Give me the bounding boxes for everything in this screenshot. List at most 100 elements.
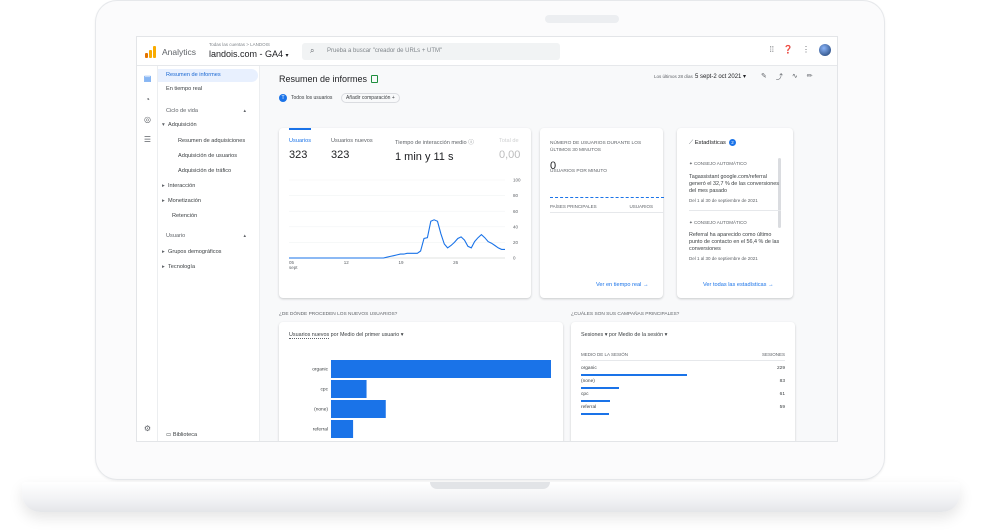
- search-input[interactable]: ⌕ Prueba a buscar "creador de URLs + UTM…: [302, 43, 560, 60]
- metric-label: Sesiones: [581, 332, 604, 338]
- realtime-title: Número de usuarios durante los últimos 3…: [550, 141, 642, 153]
- chevron-down-icon: ▾: [285, 53, 289, 59]
- insight-kicker-text: Consejo automático: [694, 161, 747, 166]
- bar-label: cpc: [321, 388, 329, 393]
- divider: [581, 360, 785, 361]
- sidebar-item-label: Grupos demográficos: [168, 249, 222, 255]
- top-bar-actions: ⁞⁞ ❓ ⋮: [770, 44, 831, 56]
- help-icon[interactable]: ❓: [783, 45, 793, 55]
- realtime-card: Número de usuarios durante los últimos 3…: [540, 128, 664, 298]
- share-bar: [581, 374, 687, 376]
- advertising-icon[interactable]: ◎: [143, 115, 152, 124]
- laptop-notch: [430, 482, 550, 489]
- col-session-medium: Medio de la sesión: [581, 352, 629, 357]
- bar: [331, 380, 367, 398]
- sidebar-section-lifecycle[interactable]: Ciclo de vida ▴: [166, 108, 252, 114]
- section-label: Usuario: [166, 233, 186, 239]
- bar: [331, 420, 354, 438]
- more-vert-icon[interactable]: ⋮: [802, 45, 810, 55]
- sidebar-item-demographics[interactable]: ▸ Grupos demográficos: [162, 249, 221, 255]
- avatar[interactable]: [819, 44, 831, 56]
- y-tick-label: 60: [513, 209, 519, 214]
- sparkle-icon: ✦: [689, 220, 693, 225]
- account-breadcrumb[interactable]: Todas las cuentas > LANDOIS: [209, 42, 270, 47]
- chevron-down-icon: ▾: [664, 332, 668, 338]
- customize-report-icon[interactable]: ✎: [761, 72, 767, 82]
- divider: [550, 212, 664, 213]
- x-tick-label: 12: [344, 260, 350, 265]
- y-tick-label: 0: [513, 256, 516, 261]
- sidebar-item-acquisition[interactable]: ▾ Adquisición: [162, 122, 197, 128]
- sidebar-item-realtime[interactable]: En tiempo real: [166, 86, 202, 92]
- configure-icon[interactable]: ☰: [143, 135, 152, 144]
- sidebar-item-retention[interactable]: Retención: [172, 213, 197, 219]
- gear-icon[interactable]: ⚙: [143, 424, 152, 433]
- date-range-prefix: Los últimos 28 días: [654, 74, 693, 79]
- insights-icon[interactable]: ∿: [792, 72, 798, 82]
- explore-icon[interactable]: ◔: [143, 95, 152, 104]
- date-range-picker[interactable]: 5 sept-2 oct 2021 ▾: [695, 73, 746, 80]
- sidebar: Resumen de informes En tiempo real Ciclo…: [158, 66, 260, 441]
- insight-text[interactable]: Referral ha aparecido como último punto …: [689, 232, 781, 254]
- table-row[interactable]: referral 59: [571, 405, 795, 417]
- sidebar-item-traffic-acquisition[interactable]: Adquisición de tráfico: [178, 168, 231, 174]
- link-label: Ver en tiempo real: [596, 282, 642, 288]
- chevron-down-icon: ▾: [743, 74, 747, 80]
- bar: [331, 400, 386, 418]
- y-tick-label: 20: [513, 240, 519, 245]
- segment-chip[interactable]: T Todos los usuarios: [279, 93, 332, 103]
- segment-label: Todos los usuarios: [291, 95, 333, 101]
- dimension-label: por Medio de la sesión: [608, 332, 664, 338]
- sidebar-item-library[interactable]: ▭ Biblioteca: [166, 432, 197, 438]
- cell-medium: referral: [581, 405, 597, 410]
- insight-kicker: ✦ Consejo automático: [689, 161, 747, 167]
- view-realtime-link[interactable]: Ver en tiempo real →: [596, 282, 649, 288]
- insight-date: Del 1 al 30 de septiembre de 2021: [689, 198, 758, 203]
- cell-medium: cpc: [581, 392, 589, 397]
- sidebar-item-reports-snapshot[interactable]: Resumen de informes: [158, 69, 258, 82]
- property-selector[interactable]: landois.com - GA4 ▾: [209, 49, 289, 59]
- sidebar-section-user[interactable]: Usuario ▴: [166, 233, 252, 239]
- table-row[interactable]: (none) 83: [571, 379, 795, 391]
- sparkle-icon: ✦: [689, 161, 693, 166]
- campaigns-card: Sesiones ▾ por Medio de la sesión ▾ Medi…: [571, 322, 795, 441]
- property-name: landois.com - GA4: [209, 49, 284, 59]
- insights-title-text: Estadísticas: [694, 140, 726, 146]
- segment-letter-icon: T: [279, 94, 287, 102]
- library-label: Biblioteca: [172, 432, 198, 438]
- insights-card: ⟋ Estadísticas 2 ✦ Consejo automático Tag…: [677, 128, 793, 298]
- sidebar-item-label: Monetización: [168, 198, 201, 204]
- sidebar-item-label: Tecnología: [168, 264, 196, 270]
- screen: Analytics Todas las cuentas > LANDOIS la…: [136, 36, 838, 442]
- reports-icon[interactable]: ▤: [143, 74, 152, 83]
- table-row[interactable]: cpc 61: [571, 392, 795, 404]
- insight-text[interactable]: Tagassistant google.com/referral generó …: [689, 174, 781, 196]
- apps-grid-icon[interactable]: ⁞⁞: [770, 45, 774, 55]
- view-all-insights-link[interactable]: Ver todas las estadísticas →: [703, 282, 774, 288]
- sidebar-item-tech[interactable]: ▸ Tecnología: [162, 264, 195, 270]
- add-comparison-button[interactable]: Añadir comparación +: [341, 93, 400, 103]
- sidebar-item-engagement[interactable]: ▸ Interacción: [162, 183, 195, 189]
- insight-date: Del 1 al 30 de septiembre de 2021: [689, 256, 758, 261]
- overview-card: Usuarios 323 Usuarios nuevos 323 Tiempo …: [279, 128, 531, 298]
- col-country: Países principales: [550, 204, 597, 209]
- search-icon: ⌕: [310, 46, 315, 55]
- bar-label: (none): [314, 407, 328, 413]
- folder-icon: ▭: [166, 432, 172, 438]
- insights-trend-icon: ⟋: [689, 140, 694, 146]
- y-tick-label: 100: [513, 178, 521, 183]
- icon-rail: ▤ ◔ ◎ ☰ ⚙: [137, 66, 158, 441]
- table-row[interactable]: organic 229: [571, 366, 795, 378]
- sidebar-item-user-acquisition[interactable]: Adquisición de usuarios: [178, 153, 237, 159]
- section-label: Ciclo de vida: [166, 108, 199, 114]
- campaigns-dimension-picker[interactable]: Sesiones ▾ por Medio de la sesión ▾: [581, 332, 667, 338]
- link-label: Ver todas las estadísticas: [703, 282, 767, 288]
- cell-sessions: 83: [779, 379, 785, 384]
- sidebar-item-monetization[interactable]: ▸ Monetización: [162, 198, 201, 204]
- share-bar: [581, 387, 620, 389]
- edit-icon[interactable]: ✏: [807, 72, 813, 82]
- analytics-logo-icon: [145, 46, 157, 58]
- sidebar-item-acquisition-overview[interactable]: Resumen de adquisiciones: [178, 138, 245, 144]
- share-icon[interactable]: ⤴: [776, 72, 783, 82]
- cell-sessions: 229: [776, 366, 785, 371]
